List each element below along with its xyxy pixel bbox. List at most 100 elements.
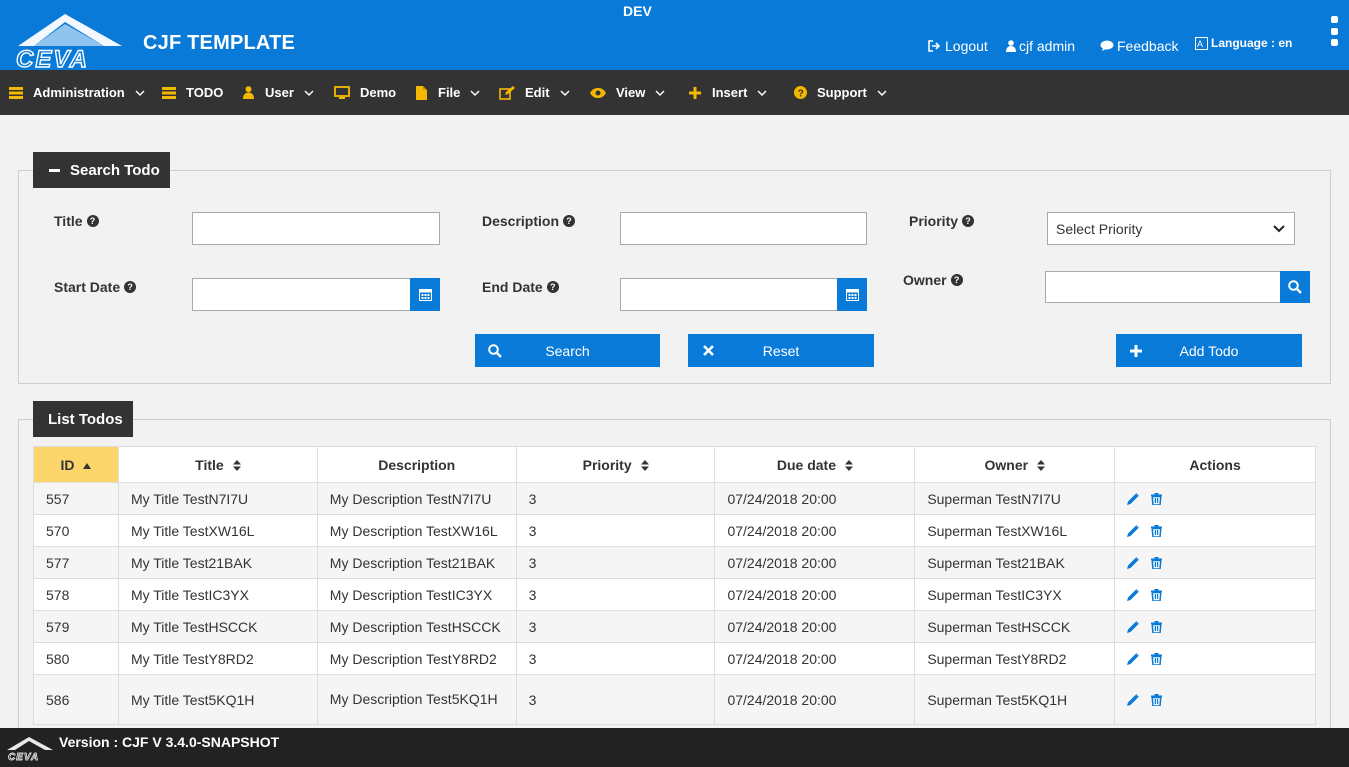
menu-label: View <box>616 85 646 100</box>
chevron-down-icon <box>1273 224 1285 232</box>
description-input[interactable] <box>620 212 867 245</box>
sort-icon <box>1036 460 1045 472</box>
column-header-due-date[interactable]: Due date <box>714 446 916 483</box>
logout-link[interactable]: Logout <box>928 38 1006 54</box>
reset-button[interactable]: Reset <box>688 334 874 367</box>
logout-icon <box>928 40 941 52</box>
cell-title: My Title Test5KQ1H <box>117 674 318 725</box>
help-icon[interactable]: ? <box>124 281 137 293</box>
logo-text: CEVA <box>16 46 89 68</box>
end-date-calendar-button[interactable] <box>837 278 867 311</box>
edit-pencil-icon[interactable] <box>1127 652 1139 665</box>
delete-trash-icon[interactable] <box>1151 588 1163 601</box>
cell-owner: Superman TestHSCCK <box>914 610 1116 643</box>
language-link[interactable]: A Language : en <box>1195 36 1292 50</box>
help-icon[interactable]: ? <box>563 215 576 227</box>
cell-due-date: 07/24/2018 20:00 <box>714 642 916 675</box>
search-button[interactable]: Search <box>475 334 660 367</box>
menu-administration[interactable]: Administration <box>9 70 162 115</box>
minus-icon <box>49 168 60 172</box>
search-button-label: Search <box>545 342 590 359</box>
menu-todo[interactable]: TODO <box>162 70 241 115</box>
menu-view[interactable]: View <box>590 70 688 115</box>
edit-pencil-icon[interactable] <box>1127 492 1139 505</box>
cell-description: My Description TestN7I7U <box>316 482 517 515</box>
logout-label: Logout <box>945 38 988 54</box>
priority-select-value: Select Priority <box>1056 220 1143 237</box>
end-date-input[interactable] <box>620 278 838 311</box>
menu-label: Administration <box>33 85 125 100</box>
column-header-title[interactable]: Title <box>117 446 318 483</box>
cell-owner: Superman TestIC3YX <box>914 578 1116 611</box>
start-date-calendar-button[interactable] <box>410 278 440 311</box>
sort-icon <box>844 460 853 472</box>
priority-select[interactable]: Select Priority <box>1047 212 1295 245</box>
menu-label: TODO <box>186 85 224 100</box>
menu-file[interactable]: File <box>414 70 499 115</box>
start-date-input[interactable] <box>192 278 411 311</box>
edit-pencil-icon[interactable] <box>1127 524 1139 537</box>
menu-support[interactable]: ? Support <box>793 70 903 115</box>
language-label: Language : en <box>1211 36 1293 50</box>
owner-input[interactable] <box>1045 271 1281 303</box>
cell-description: My Description TestXW16L <box>316 514 517 547</box>
add-todo-button[interactable]: Add Todo <box>1116 334 1302 367</box>
add-todo-button-label: Add Todo <box>1179 342 1239 359</box>
delete-trash-icon[interactable] <box>1151 652 1163 665</box>
footer: CEVA Version : CJF V 3.4.0-SNAPSHOT <box>0 728 1349 767</box>
search-panel-toggle[interactable]: Search Todo <box>33 152 170 188</box>
edit-pencil-icon[interactable] <box>1127 588 1139 601</box>
cell-description: My Description TestIC3YX <box>316 578 517 611</box>
table-row: 557 My Title TestN7I7U My Description Te… <box>33 482 1316 515</box>
table-row: 580 My Title TestY8RD2 My Description Te… <box>33 642 1316 675</box>
help-icon[interactable]: ? <box>546 281 559 293</box>
menu-insert[interactable]: Insert <box>688 70 793 115</box>
user-label: cjf admin <box>1019 38 1076 54</box>
menu-label: Insert <box>712 85 748 100</box>
top-header: CEVA CJF TEMPLATE DEV Logout cjf admin F… <box>0 0 1349 70</box>
column-header-description: Description <box>316 446 517 483</box>
cell-due-date: 07/24/2018 20:00 <box>714 578 916 611</box>
reset-button-label: Reset <box>762 342 800 359</box>
menu-label: Edit <box>525 85 550 100</box>
column-header-id[interactable]: ID <box>33 446 119 483</box>
cell-priority: 3 <box>515 642 716 675</box>
help-icon[interactable]: ? <box>950 274 963 286</box>
delete-trash-icon[interactable] <box>1151 620 1163 633</box>
owner-search-button[interactable] <box>1280 271 1310 303</box>
chevron-down-icon <box>135 89 145 96</box>
cell-owner: Superman Test5KQ1H <box>914 674 1116 725</box>
more-menu-icon[interactable] <box>1328 16 1340 46</box>
delete-trash-icon[interactable] <box>1151 556 1163 569</box>
column-header-priority[interactable]: Priority <box>515 446 716 483</box>
version-label: Version : CJF V 3.4.0-SNAPSHOT <box>59 733 280 750</box>
edit-pencil-icon[interactable] <box>1127 693 1139 706</box>
cell-actions <box>1114 546 1316 579</box>
menu-demo[interactable]: Demo <box>334 70 414 115</box>
user-link[interactable]: cjf admin <box>1006 38 1100 54</box>
cell-actions <box>1114 482 1316 515</box>
feedback-link[interactable]: Feedback <box>1100 38 1195 54</box>
cell-priority: 3 <box>515 610 716 643</box>
column-header-owner[interactable]: Owner <box>914 446 1116 483</box>
title-input[interactable] <box>192 212 440 245</box>
eye-icon <box>590 86 606 100</box>
menu-user[interactable]: User <box>241 70 334 115</box>
delete-trash-icon[interactable] <box>1151 693 1163 706</box>
app-title: CJF TEMPLATE <box>143 32 296 54</box>
help-icon[interactable]: ? <box>962 215 975 227</box>
delete-trash-icon[interactable] <box>1151 492 1163 505</box>
help-icon[interactable]: ? <box>86 215 99 227</box>
menu-edit[interactable]: Edit <box>499 70 590 115</box>
end-date-label: End Date ? <box>482 279 559 295</box>
table-row: 570 My Title TestXW16L My Description Te… <box>33 514 1316 547</box>
delete-trash-icon[interactable] <box>1151 524 1163 537</box>
todos-table: ID Title Description Priority Due date O… <box>33 446 1316 725</box>
top-links: Logout cjf admin Feedback A Language : e… <box>928 36 1292 54</box>
search-icon <box>1288 280 1302 294</box>
table-row: 577 My Title Test21BAK My Description Te… <box>33 546 1316 579</box>
description-label: Description ? <box>482 213 576 229</box>
comment-icon <box>1100 40 1114 51</box>
edit-pencil-icon[interactable] <box>1127 556 1139 569</box>
edit-pencil-icon[interactable] <box>1127 620 1139 633</box>
